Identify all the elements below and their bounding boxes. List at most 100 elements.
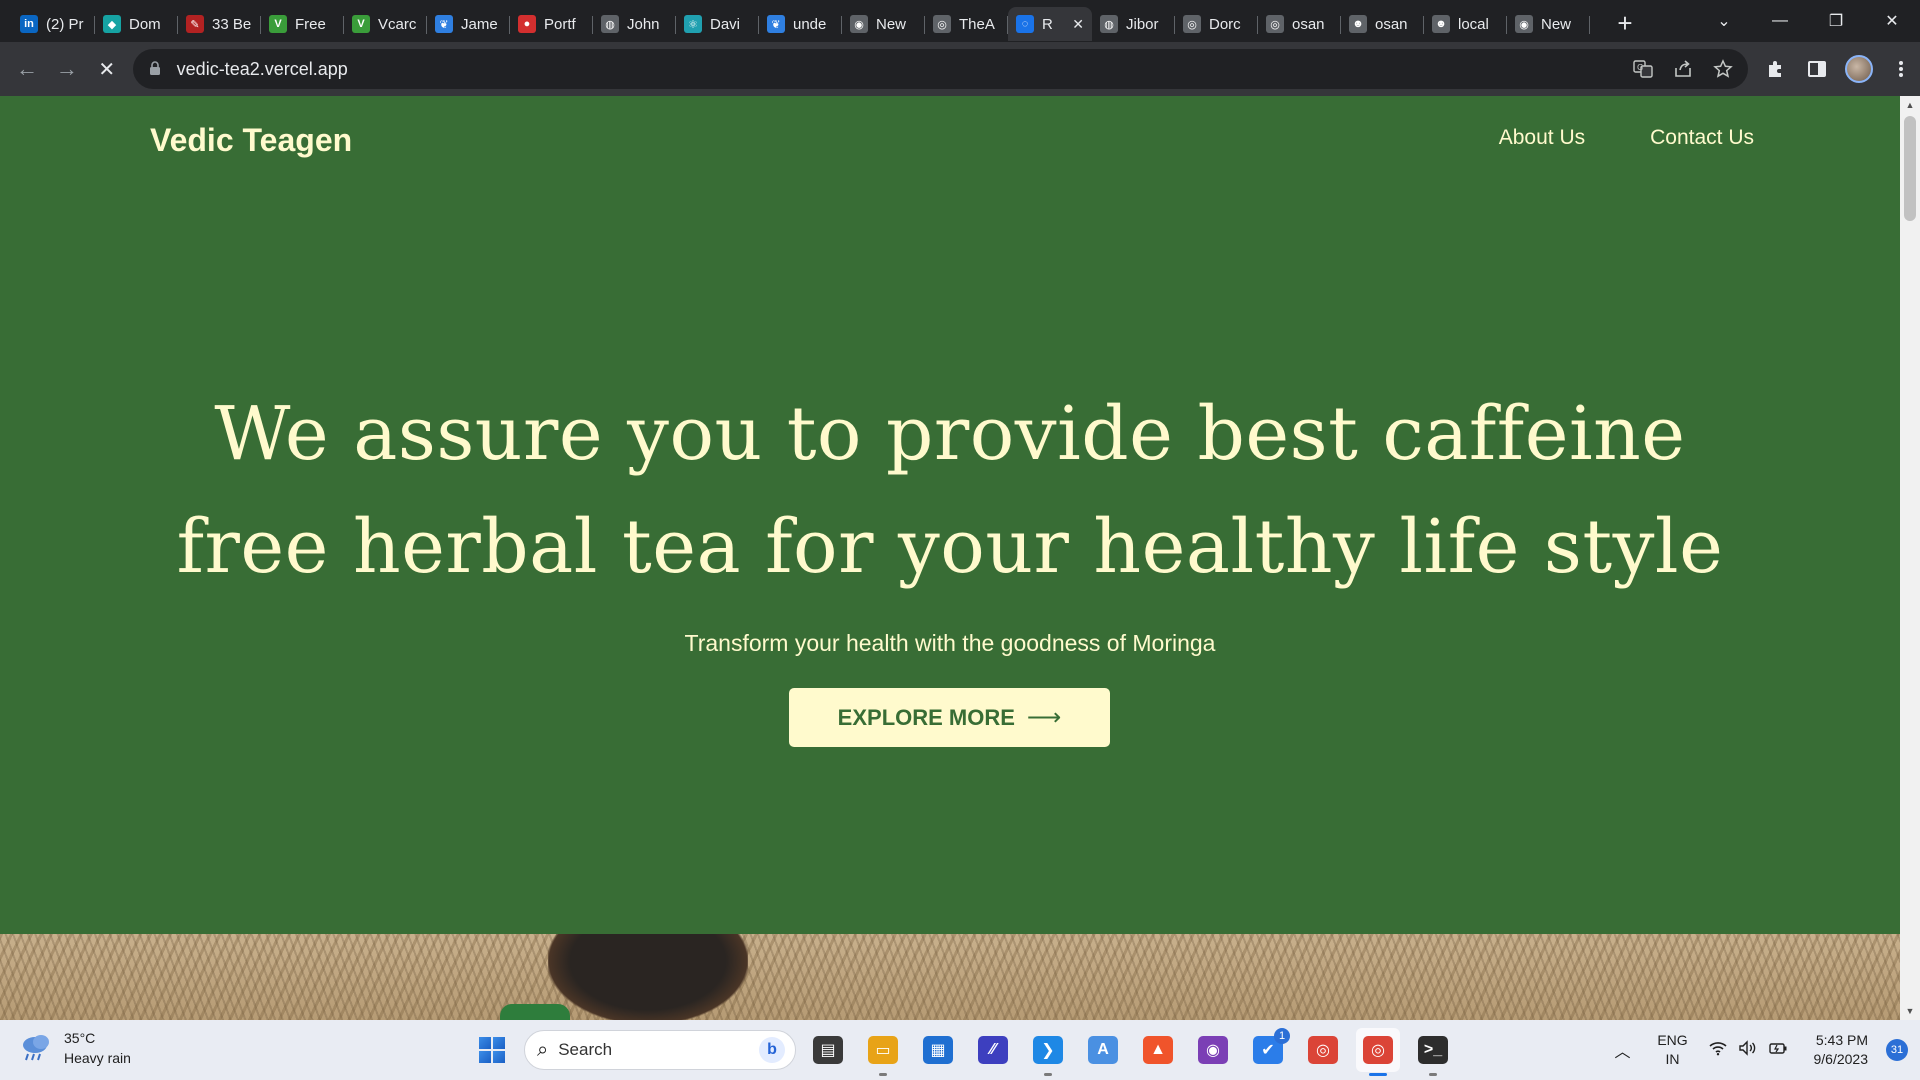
chrome-profile-icon: ◎ xyxy=(1363,1036,1393,1064)
wifi-icon xyxy=(1708,1040,1728,1061)
brave-app[interactable]: ▲ xyxy=(1136,1028,1180,1072)
tab[interactable]: ◍ John xyxy=(593,7,676,41)
file-manager-icon: ▤ xyxy=(813,1036,843,1064)
vscode-app[interactable]: ❯ xyxy=(1026,1028,1070,1076)
forward-button[interactable]: → xyxy=(47,49,87,89)
github-desktop-app[interactable]: ◉ xyxy=(1191,1028,1235,1072)
show-hidden-icons-chevron-icon[interactable]: ︿ xyxy=(1608,1038,1638,1062)
tab[interactable]: ⚛ Davi xyxy=(676,7,759,41)
weather-widget[interactable]: 35°C Heavy rain xyxy=(18,1028,131,1068)
back-button[interactable]: ← xyxy=(7,49,47,89)
file-explorer-app[interactable]: ▭ xyxy=(861,1028,905,1076)
tab-favicon-icon: ❦ xyxy=(767,15,785,33)
translate-icon[interactable]: G xyxy=(1626,52,1660,86)
new-tab-button[interactable]: + xyxy=(1608,6,1642,40)
tab[interactable]: V Free xyxy=(261,7,344,41)
minimize-button[interactable]: — xyxy=(1752,0,1808,42)
tab-search-icon[interactable]: ⌄ xyxy=(1696,0,1752,42)
profile-avatar[interactable] xyxy=(1840,50,1878,88)
url-text[interactable]: vedic-tea2.vercel.app xyxy=(177,59,348,80)
scroll-down-arrow-icon[interactable]: ▼ xyxy=(1900,1002,1920,1020)
battery-icon xyxy=(1768,1040,1788,1061)
windows-logo-icon xyxy=(479,1037,505,1063)
scroll-up-arrow-icon[interactable]: ▲ xyxy=(1900,96,1920,114)
file-manager-app[interactable]: ▤ xyxy=(806,1028,850,1072)
explore-more-label: EXPLORE MORE xyxy=(837,704,1015,730)
nav-link-about-us[interactable]: About Us xyxy=(1499,126,1585,150)
chrome-app[interactable]: ◎ xyxy=(1301,1028,1345,1072)
windows-taskbar: 35°C Heavy rain ⌕ Search b ▤ ▭ ▦ ⁄⁄ ❯ A ▲ ◉ ✔ 1 ◎ ◎… xyxy=(0,1020,1920,1080)
taskbar-apps: ⌕ Search b ▤ ▭ ▦ ⁄⁄ ❯ A ▲ ◉ ✔ 1 ◎ ◎ >_ xyxy=(470,1028,1455,1076)
photo-person xyxy=(548,934,748,1020)
tab[interactable]: ❦ Jame xyxy=(427,7,510,41)
extensions-puzzle-icon[interactable] xyxy=(1756,50,1794,88)
tab[interactable]: ❦ unde xyxy=(759,7,842,41)
tray-status-icons[interactable] xyxy=(1708,1039,1788,1061)
tab-active[interactable]: ◌ R ✕ xyxy=(1008,7,1092,41)
brave-icon: ▲ xyxy=(1143,1036,1173,1064)
app-a[interactable]: A xyxy=(1081,1028,1125,1072)
tab-favicon-icon: ◎ xyxy=(1183,15,1201,33)
tab-favicon-icon: in xyxy=(20,15,38,33)
start-button[interactable] xyxy=(470,1028,514,1072)
taskbar-search-placeholder: Search xyxy=(558,1040,613,1059)
chrome-menu-icon[interactable] xyxy=(1882,50,1920,88)
weather-temperature: 35°C xyxy=(64,1030,96,1046)
tab[interactable]: ◎ Dorc xyxy=(1175,7,1258,41)
clock[interactable]: 5:43 PM 9/6/2023 xyxy=(1814,1031,1869,1069)
bookmark-star-icon[interactable] xyxy=(1706,52,1740,86)
bing-icon[interactable]: b xyxy=(759,1037,785,1063)
tab[interactable]: ◆ Dom xyxy=(95,7,178,41)
page-scrollbar[interactable]: ▲ ▼ xyxy=(1900,96,1920,1020)
todo-app[interactable]: ✔ 1 xyxy=(1246,1028,1290,1072)
tab-favicon-icon: ◎ xyxy=(933,15,951,33)
stop-loading-button[interactable]: ✕ xyxy=(87,49,127,89)
close-window-button[interactable]: ✕ xyxy=(1864,0,1920,42)
app-badge: 1 xyxy=(1274,1028,1290,1044)
toolbar-right xyxy=(1756,50,1920,88)
tab-title: Dorc xyxy=(1209,15,1241,33)
close-tab-icon[interactable]: ✕ xyxy=(1068,16,1084,33)
tab-title: Dom xyxy=(129,15,161,33)
nav-link-contact-us[interactable]: Contact Us xyxy=(1650,126,1754,150)
tab[interactable]: in (2) Pr xyxy=(12,7,95,41)
tab[interactable]: ◍ Jibor xyxy=(1092,7,1175,41)
vscode-icon: ❯ xyxy=(1033,1036,1063,1064)
input-language-indicator[interactable]: ENG IN xyxy=(1650,1031,1696,1069)
taskbar-search-box[interactable]: ⌕ Search b xyxy=(524,1030,796,1070)
explore-more-button[interactable]: EXPLORE MORE ⟶ xyxy=(789,688,1110,747)
lock-icon[interactable] xyxy=(149,61,163,77)
clock-date: 9/6/2023 xyxy=(1813,1051,1869,1067)
weather-text: 35°C Heavy rain xyxy=(64,1028,131,1068)
tab[interactable]: ◎ osan xyxy=(1258,7,1341,41)
share-icon[interactable] xyxy=(1666,52,1700,86)
side-panel-icon[interactable] xyxy=(1798,50,1836,88)
chrome-icon: ◎ xyxy=(1308,1036,1338,1064)
restore-button[interactable]: ❐ xyxy=(1808,0,1864,42)
search-icon: ⌕ xyxy=(537,1038,549,1061)
tab-list: in (2) Pr ◆ Dom ✎ 33 Be V Free V Vcarc ❦ Jame ● Portf… xyxy=(0,0,1590,42)
site-nav-links: About Us Contact Us xyxy=(1499,126,1754,150)
tab[interactable]: ☻ osan xyxy=(1341,7,1424,41)
address-bar[interactable]: vedic-tea2.vercel.app G xyxy=(132,49,1749,89)
tab-title: Portf xyxy=(544,15,576,33)
notification-badge[interactable]: 31 xyxy=(1886,1039,1908,1061)
rain-cloud-icon xyxy=(18,1032,54,1064)
tab[interactable]: ◉ New xyxy=(1507,7,1590,41)
scrollbar-thumb[interactable] xyxy=(1904,116,1916,221)
visual-studio-app[interactable]: ⁄⁄ xyxy=(971,1028,1015,1072)
tab[interactable]: ☻ local xyxy=(1424,7,1507,41)
tab-favicon-icon: ✎ xyxy=(186,15,204,33)
terminal-app[interactable]: >_ xyxy=(1411,1028,1455,1076)
tab[interactable]: ◉ New xyxy=(842,7,925,41)
microsoft-store-app[interactable]: ▦ xyxy=(916,1028,960,1072)
tab[interactable]: V Vcarc xyxy=(344,7,427,41)
tab[interactable]: ◎ TheA xyxy=(925,7,1008,41)
tab[interactable]: ● Portf xyxy=(510,7,593,41)
tab-title: Jame xyxy=(461,15,498,33)
tab[interactable]: ✎ 33 Be xyxy=(178,7,261,41)
brand-logo-text[interactable]: Vedic Teagen xyxy=(150,122,352,159)
tab-title: New xyxy=(1541,15,1572,33)
chrome-profile-app[interactable]: ◎ xyxy=(1356,1028,1400,1076)
browser-tab-strip: in (2) Pr ◆ Dom ✎ 33 Be V Free V Vcarc ❦ Jame ● Portf… xyxy=(0,0,1920,42)
